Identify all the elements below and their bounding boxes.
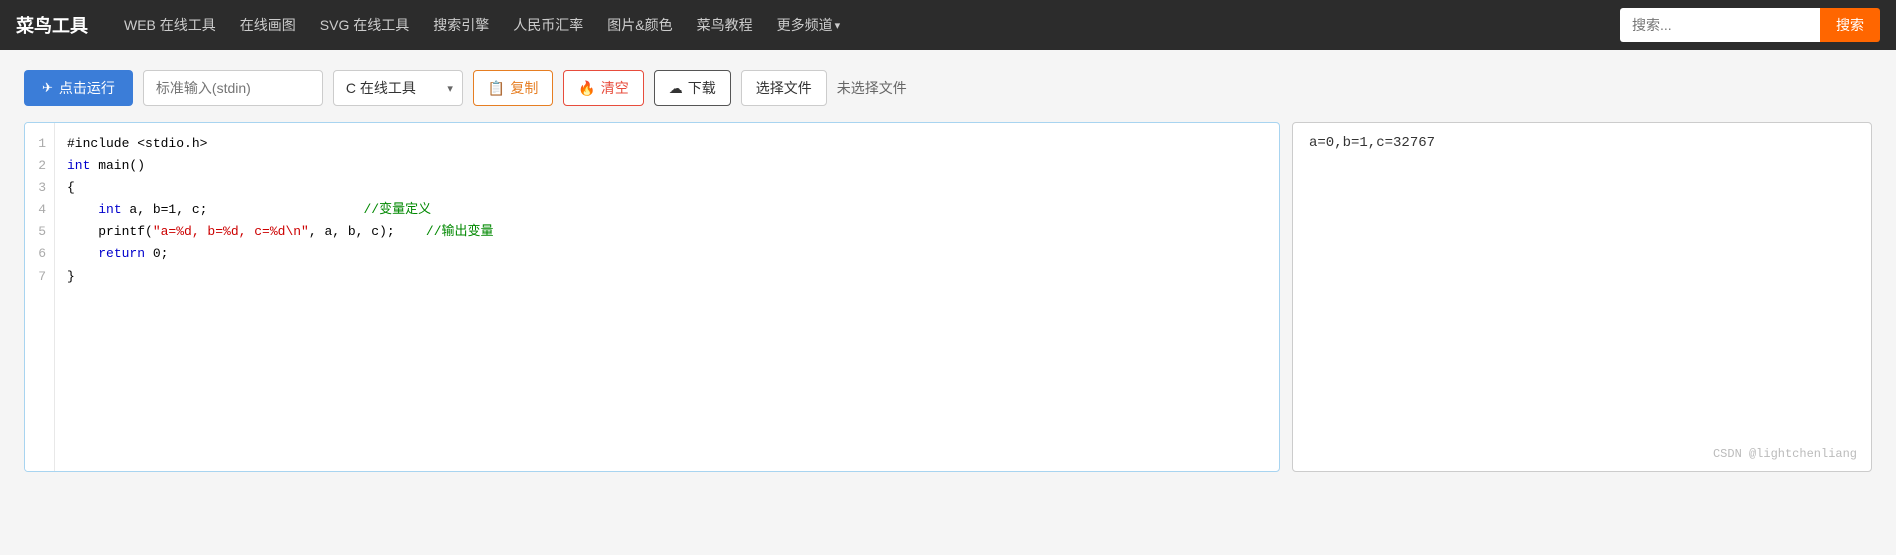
- download-button[interactable]: ☁ 下载: [654, 70, 731, 106]
- file-button[interactable]: 选择文件: [741, 70, 827, 106]
- navbar: 菜鸟工具 WEB 在线工具 在线画图 SVG 在线工具 搜索引擎 人民币汇率 图…: [0, 0, 1896, 50]
- copy-icon: 📋: [488, 80, 505, 97]
- navbar-link-rmb[interactable]: 人民币汇率: [501, 0, 595, 50]
- line-num: 7: [37, 266, 46, 288]
- navbar-search: 搜索: [1620, 8, 1880, 42]
- line-num: 3: [37, 177, 46, 199]
- line-num: 2: [37, 155, 46, 177]
- lang-select[interactable]: C 在线工具: [333, 70, 463, 106]
- code-token: //输出变量: [426, 221, 494, 243]
- fire-icon: 🔥: [578, 80, 595, 97]
- navbar-links: WEB 在线工具 在线画图 SVG 在线工具 搜索引擎 人民币汇率 图片&颜色 …: [112, 0, 1620, 50]
- code-token: main(): [90, 155, 145, 177]
- line-numbers: 1 2 3 4 5 6 7: [25, 123, 55, 471]
- code-token: [67, 243, 98, 265]
- output-watermark: CSDN @lightchenliang: [1713, 447, 1857, 461]
- stdin-input[interactable]: [143, 70, 323, 106]
- navbar-link-image[interactable]: 图片&颜色: [595, 0, 684, 50]
- line-num: 5: [37, 221, 46, 243]
- run-icon: ✈: [42, 80, 53, 96]
- code-token: int: [67, 155, 90, 177]
- code-token: int: [98, 199, 121, 221]
- code-token: printf(: [67, 221, 153, 243]
- code-token: }: [67, 266, 75, 288]
- navbar-link-svg[interactable]: SVG 在线工具: [308, 0, 421, 50]
- code-token: {: [67, 177, 75, 199]
- code-token: 0;: [145, 243, 168, 265]
- code-token: #include <stdio.h>: [67, 133, 207, 155]
- navbar-link-tutorial[interactable]: 菜鸟教程: [685, 0, 765, 50]
- editor-row: 1 2 3 4 5 6 7 #include <stdio.h>int main…: [24, 122, 1872, 472]
- code-token: "a=%d, b=%d, c=%d\n": [153, 221, 309, 243]
- code-token: return: [98, 243, 145, 265]
- navbar-link-draw[interactable]: 在线画图: [228, 0, 308, 50]
- line-num: 4: [37, 199, 46, 221]
- copy-button[interactable]: 📋 复制: [473, 70, 553, 106]
- brand: 菜鸟工具: [16, 12, 88, 38]
- download-icon: ☁: [669, 80, 683, 97]
- code-token: a, b=1, c;: [122, 199, 364, 221]
- navbar-link-search[interactable]: 搜索引擎: [421, 0, 501, 50]
- code-token: , a, b, c);: [309, 221, 426, 243]
- code-content[interactable]: #include <stdio.h>int main(){ int a, b=1…: [55, 123, 1279, 471]
- file-status: 未选择文件: [837, 78, 907, 98]
- output-text: a=0,b=1,c=32767: [1309, 135, 1435, 151]
- line-num: 1: [37, 133, 46, 155]
- navbar-link-more[interactable]: 更多频道: [765, 0, 853, 50]
- toolbar: ✈ 点击运行 C 在线工具 ▾ 📋 复制 🔥 清空 ☁ 下载 选择文件 未选择文…: [24, 70, 1872, 106]
- code-token: [67, 199, 98, 221]
- search-button[interactable]: 搜索: [1820, 8, 1880, 42]
- line-num: 6: [37, 243, 46, 265]
- output-panel: a=0,b=1,c=32767 CSDN @lightchenliang: [1292, 122, 1872, 472]
- clear-button[interactable]: 🔥 清空: [563, 70, 643, 106]
- code-token: //变量定义: [363, 199, 431, 221]
- main-content: ✈ 点击运行 C 在线工具 ▾ 📋 复制 🔥 清空 ☁ 下载 选择文件 未选择文…: [0, 50, 1896, 555]
- search-input[interactable]: [1620, 8, 1820, 42]
- navbar-link-web[interactable]: WEB 在线工具: [112, 0, 228, 50]
- run-button[interactable]: ✈ 点击运行: [24, 70, 133, 106]
- code-editor[interactable]: 1 2 3 4 5 6 7 #include <stdio.h>int main…: [24, 122, 1280, 472]
- lang-select-wrap: C 在线工具 ▾: [333, 70, 463, 106]
